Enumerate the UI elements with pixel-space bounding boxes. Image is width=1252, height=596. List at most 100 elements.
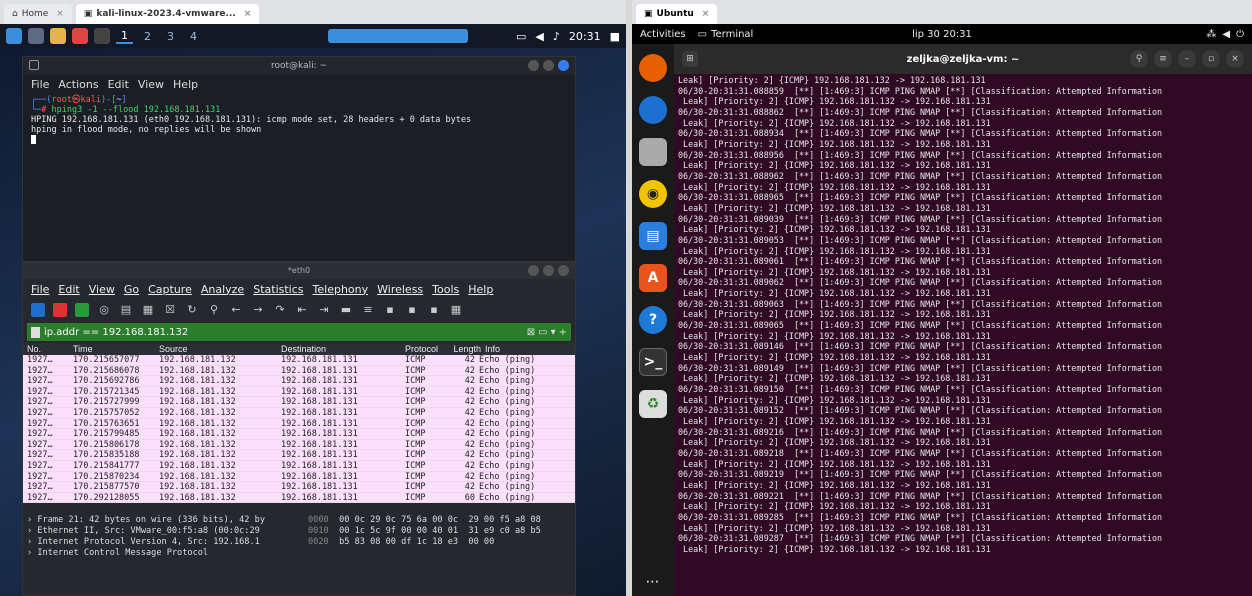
window-icon[interactable]: ▭ (516, 30, 526, 43)
reload-icon[interactable]: ↻ (185, 303, 199, 317)
goto-icon[interactable]: ↷ (273, 303, 287, 317)
menu-help[interactable]: Help (173, 78, 198, 91)
zoom-out-icon[interactable]: ▪ (405, 303, 419, 317)
show-apps-icon[interactable]: ⋯ (646, 574, 661, 590)
open-icon[interactable]: ▤ (119, 303, 133, 317)
menu-edit[interactable]: Edit (58, 283, 79, 296)
menu-file[interactable]: File (31, 283, 49, 296)
tab-ubuntu[interactable]: ▣ Ubuntu × (636, 4, 718, 24)
trash-icon[interactable]: ♻ (639, 390, 667, 418)
folder-icon[interactable] (50, 28, 66, 44)
menu-actions[interactable]: Actions (58, 78, 98, 91)
firefox-icon[interactable] (639, 54, 667, 82)
help-icon[interactable]: ? (639, 306, 667, 334)
minimize-button[interactable] (528, 265, 539, 276)
close-icon[interactable]: × (244, 9, 252, 19)
workspace-3[interactable]: 3 (162, 30, 179, 43)
packet-details[interactable]: › Frame 21: 42 bytes on wire (336 bits),… (27, 515, 307, 595)
power-icon[interactable]: ⏻ (1236, 29, 1244, 40)
menu-telephony[interactable]: Telephony (313, 283, 369, 296)
table-row[interactable]: 1927… 170.215686078 192.168.181.132 192.168… (23, 365, 575, 377)
minimize-button[interactable] (528, 60, 539, 71)
menu-edit[interactable]: Edit (108, 78, 129, 91)
terminal-icon[interactable]: >_ (639, 348, 667, 376)
workspace-4[interactable]: 4 (185, 30, 202, 43)
last-packet-icon[interactable]: ⇥ (317, 303, 331, 317)
kali-menu-icon[interactable] (6, 28, 22, 44)
table-row[interactable]: 1927… 170.215763651 192.168.181.132 192.168… (23, 418, 575, 430)
software-icon[interactable]: A (639, 264, 667, 292)
table-row[interactable]: 1927… 170.215870234 192.168.181.132 192.168… (23, 471, 575, 483)
filter-input[interactable]: ip.addr == 192.168.181.132 (44, 327, 188, 338)
thunderbird-icon[interactable] (639, 96, 667, 124)
close-icon[interactable]: × (702, 9, 710, 19)
desktop-icon[interactable] (28, 28, 44, 44)
menu-file[interactable]: File (31, 78, 49, 91)
tab-kali[interactable]: ▣ kali-linux-2023.4-vmware... × (75, 4, 260, 24)
table-row[interactable]: 1927… 170.215757052 192.168.181.132 192.168… (23, 407, 575, 419)
tab-home[interactable]: ⌂ Home × (4, 4, 72, 24)
new-tab-icon[interactable]: ⊞ (682, 51, 698, 67)
bell-icon[interactable]: ♪ (553, 30, 560, 43)
table-row[interactable]: 1927… 170.215841777 192.168.181.132 192.168… (23, 460, 575, 472)
volume-icon[interactable]: ◀ (1222, 29, 1230, 40)
dropdown-icon[interactable]: ▾ (551, 327, 556, 338)
menu-wireless[interactable]: Wireless (377, 283, 423, 296)
close-button[interactable]: × (1226, 50, 1244, 68)
restart-capture-icon[interactable] (75, 303, 89, 317)
save-icon[interactable]: ▦ (141, 303, 155, 317)
apply-filter-icon[interactable]: ▭ (538, 327, 547, 338)
first-packet-icon[interactable]: ⇤ (295, 303, 309, 317)
options-icon[interactable]: ◎ (97, 303, 111, 317)
volume-icon[interactable]: ◀ (535, 30, 543, 43)
maximize-button[interactable] (543, 60, 554, 71)
table-row[interactable]: 1927… 170.215877570 192.168.181.132 192.168… (23, 482, 575, 493)
table-row[interactable]: 1927… 170.215657077 192.168.181.132 192.168… (23, 355, 575, 366)
clock[interactable]: lip 30 20:31 (912, 29, 972, 40)
app-menu[interactable]: Terminal (711, 29, 753, 40)
menu-statistics[interactable]: Statistics (253, 283, 303, 296)
close-icon[interactable]: × (56, 9, 64, 19)
clear-filter-icon[interactable]: ⊠ (527, 327, 535, 338)
rhythmbox-icon[interactable]: ◉ (639, 180, 667, 208)
bookmark-icon[interactable] (31, 326, 40, 338)
search-icon[interactable]: ⚲ (1130, 50, 1148, 68)
zoom-in-icon[interactable]: ▪ (383, 303, 397, 317)
table-row[interactable]: 1927… 170.215799485 192.168.181.132 192.168… (23, 429, 575, 440)
network-icon[interactable]: ⁂ (1206, 29, 1216, 40)
table-row[interactable]: 1927… 170.292128055 192.168.181.132 192.168… (23, 492, 575, 504)
menu-analyze[interactable]: Analyze (201, 283, 244, 296)
normal-size-icon[interactable]: ▪ (427, 303, 441, 317)
table-row[interactable]: 1927… 170.215692786 192.168.181.132 192.168… (23, 376, 575, 387)
stop-capture-icon[interactable] (53, 303, 67, 317)
back-icon[interactable]: ← (229, 303, 243, 317)
table-row[interactable]: 1927… 170.215721345 192.168.181.132 192.168… (23, 386, 575, 398)
forward-icon[interactable]: → (251, 303, 265, 317)
terminal-output[interactable]: ┌──(root㉿kali)-[~] └─# hping3 -1 --flood… (23, 93, 575, 149)
menu-go[interactable]: Go (124, 283, 139, 296)
firefox-icon[interactable] (72, 28, 88, 44)
menu-capture[interactable]: Capture (148, 283, 192, 296)
terminal-icon[interactable] (94, 28, 110, 44)
menu-tools[interactable]: Tools (432, 283, 459, 296)
table-row[interactable]: 1927… 170.215727999 192.168.181.132 192.168… (23, 397, 575, 408)
snort-alert-log[interactable]: Leak] [Priority: 2] {ICMP} 192.168.181.1… (674, 74, 1252, 596)
table-row[interactable]: 1927… 170.215835188 192.168.181.132 192.168… (23, 450, 575, 461)
writer-icon[interactable]: ▤ (639, 222, 667, 250)
close-button[interactable] (558, 265, 569, 276)
menu-icon[interactable]: ≡ (1154, 50, 1172, 68)
display-filter-bar[interactable]: ip.addr == 192.168.181.132 ⊠ ▭ ▾ + (27, 323, 571, 341)
clock[interactable]: 20:31 (569, 30, 601, 43)
autoscroll-icon[interactable]: ▬ (339, 303, 353, 317)
workspace-1[interactable]: 1 (116, 29, 133, 44)
menu-help[interactable]: Help (468, 283, 493, 296)
minimize-button[interactable]: – (1178, 50, 1196, 68)
activities-button[interactable]: Activities (640, 29, 686, 40)
close-file-icon[interactable]: ☒ (163, 303, 177, 317)
files-icon[interactable] (639, 138, 667, 166)
maximize-button[interactable] (543, 265, 554, 276)
packet-bytes[interactable]: 0000 00 0c 29 0c 75 6a 00 0c 29 00 f5 a8… (308, 515, 576, 595)
maximize-button[interactable]: ▫ (1202, 50, 1220, 68)
start-capture-icon[interactable] (31, 303, 45, 317)
workspace-2[interactable]: 2 (139, 30, 156, 43)
